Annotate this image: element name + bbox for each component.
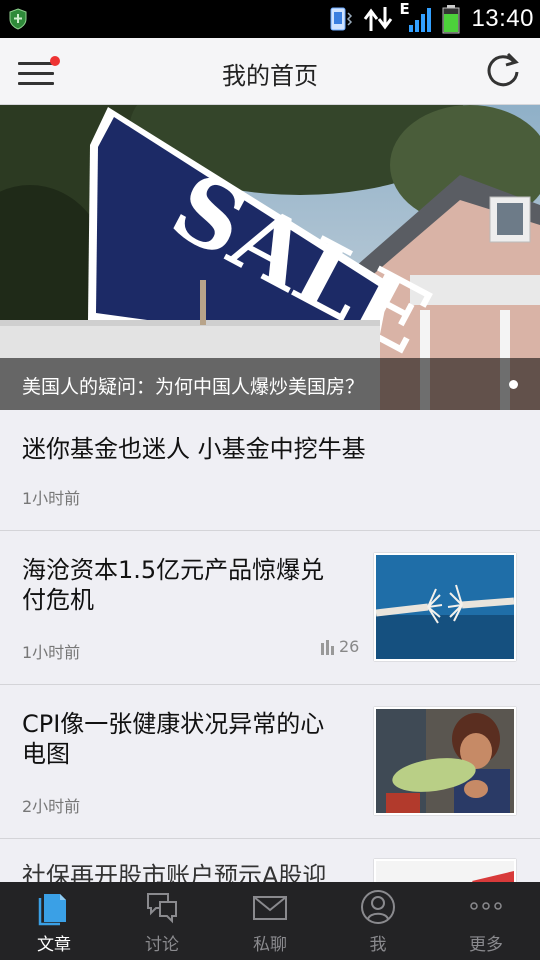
article-title-line: 付危机: [22, 586, 94, 614]
tab-label: 更多: [469, 935, 503, 955]
view-count: 26: [320, 637, 359, 656]
list-item[interactable]: 迷你基金也迷人 小基金中挖牛基 1小时前: [0, 410, 540, 531]
tab-private-chat[interactable]: 私聊: [216, 882, 324, 960]
article-title-line: 海沧资本1.5亿元产品惊爆兑: [22, 556, 325, 584]
phone-vibrate-icon: [330, 7, 353, 31]
refresh-button[interactable]: [484, 50, 522, 90]
security-shield-icon: [9, 8, 27, 30]
tab-label: 讨论: [145, 935, 179, 955]
bar-stats-icon: [321, 639, 334, 655]
article-thumbnail: [374, 553, 516, 661]
person-icon: [361, 890, 395, 924]
market-woman-image: [376, 709, 514, 813]
rope-image: [376, 555, 514, 659]
article-title-line: CPI像一张健康状况异常的心: [22, 710, 325, 738]
tab-label: 我: [369, 935, 387, 955]
article-time: 1小时前: [22, 643, 81, 662]
chat-bubbles-icon: [147, 893, 177, 924]
app-header: 我的首页: [0, 38, 540, 105]
clock: 13:40: [471, 5, 534, 32]
tab-me[interactable]: 我: [324, 882, 432, 960]
view-count-value: 26: [339, 637, 360, 656]
banner-caption-text: 美国人的疑问：为何中国人爆炒美国房？: [22, 376, 365, 398]
battery-icon: [442, 5, 460, 34]
article-time: 2小时前: [22, 797, 81, 816]
article-title: 海沧资本1.5亿元产品惊爆兑 付危机: [22, 555, 324, 615]
tab-label: 文章: [37, 935, 71, 955]
tab-discussion[interactable]: 讨论: [108, 882, 216, 960]
article-title-line: 电图: [22, 740, 70, 768]
envelope-icon: [253, 896, 287, 920]
list-item[interactable]: CPI像一张健康状况异常的心 电图 2小时前: [0, 685, 540, 839]
article-title: 迷你基金也迷人 小基金中挖牛基: [22, 435, 366, 463]
tab-label: 私聊: [253, 935, 287, 955]
article-title: CPI像一张健康状况异常的心 电图: [22, 709, 324, 769]
list-item[interactable]: 海沧资本1.5亿元产品惊爆兑 付危机 1小时前 26: [0, 531, 540, 685]
featured-banner[interactable]: SALE 美国人的疑问：为何中国人爆炒美国房？: [0, 105, 540, 410]
bottom-navigation: 文章 讨论 私聊 我 更多: [0, 882, 540, 960]
document-icon: [38, 894, 66, 926]
data-transfer-icon: [364, 7, 393, 31]
tab-more[interactable]: 更多: [432, 882, 540, 960]
carousel-indicator[interactable]: [509, 380, 518, 389]
article-list: 迷你基金也迷人 小基金中挖牛基 1小时前 海沧资本1.5亿元产品惊爆兑 付危机 …: [0, 410, 540, 901]
page-title: 我的首页: [222, 62, 318, 90]
tab-articles[interactable]: 文章: [0, 882, 108, 960]
more-dots-icon: [470, 902, 502, 910]
article-time: 1小时前: [22, 489, 81, 508]
banner-caption: 美国人的疑问：为何中国人爆炒美国房？: [0, 358, 540, 410]
status-bar: E 13:40: [0, 0, 540, 38]
refresh-icon: [487, 55, 519, 87]
article-thumbnail: [374, 707, 516, 815]
cell-signal-icon: E: [399, 0, 435, 34]
